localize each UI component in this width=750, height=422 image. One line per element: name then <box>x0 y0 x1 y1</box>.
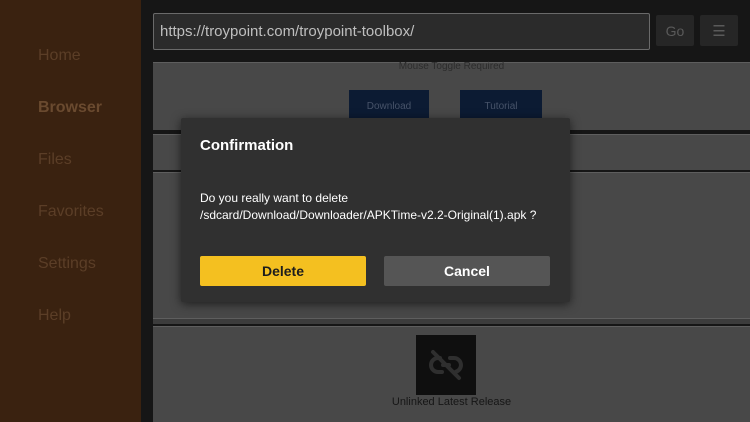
menu-button[interactable]: ☰ <box>700 15 738 46</box>
sidebar-item-files[interactable]: Files <box>38 151 72 169</box>
menu-icon: ☰ <box>712 22 726 40</box>
sidebar-item-home[interactable]: Home <box>38 47 81 65</box>
cancel-button[interactable]: Cancel <box>384 256 550 286</box>
sidebar-item-favorites[interactable]: Favorites <box>38 203 104 221</box>
unlinked-chain-svg <box>429 350 463 380</box>
confirmation-dialog: Confirmation Do you really want to delet… <box>181 118 570 302</box>
go-button[interactable]: Go <box>656 15 694 46</box>
url-input[interactable]: https://troypoint.com/troypoint-toolbox/ <box>153 13 650 50</box>
sidebar-item-browser[interactable]: Browser <box>38 99 102 117</box>
sidebar-item-help[interactable]: Help <box>38 307 71 325</box>
web-divider <box>153 318 750 324</box>
delete-button[interactable]: Delete <box>200 256 366 286</box>
sidebar-item-settings[interactable]: Settings <box>38 255 96 273</box>
web-panel-bottom: Unlinked Latest Release <box>153 326 750 422</box>
mouse-toggle-note: Mouse Toggle Required <box>398 61 505 72</box>
sidebar: Home Browser Files Favorites Settings He… <box>0 0 141 422</box>
unlinked-chain-icon[interactable] <box>416 335 476 395</box>
dialog-message: Do you really want to delete /sdcard/Dow… <box>200 191 537 222</box>
dialog-title: Confirmation <box>200 137 294 154</box>
unlinked-release-label: Unlinked Latest Release <box>391 396 512 408</box>
